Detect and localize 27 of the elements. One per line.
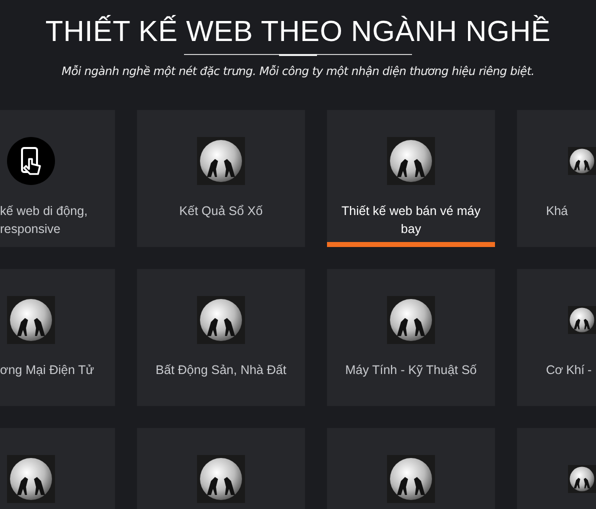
phone-touch-icon [7, 137, 55, 185]
section-title: THIẾT KẾ WEB THEO NGÀNH NGHỀ [45, 14, 551, 50]
industry-card[interactable]: Thiết kế web bán vé máy bay [327, 110, 495, 247]
section-subtitle: Mỗi ngành nghề một nét đặc trưng. Mỗi công ty một nhận diện thương hiệu riêng biệt. [62, 64, 534, 78]
card-label: ơng Mại Điện Tử [0, 362, 96, 379]
card-label: Thiết kế web bán vé máy bay [340, 203, 482, 238]
card-label: Máy Tính - Kỹ Thuật Số [344, 362, 478, 379]
globe-icon [387, 455, 435, 503]
card-label: Bất Động Sản, Nhà Đất [154, 362, 288, 379]
globe-icon [197, 296, 245, 344]
industry-card[interactable]: Cơ Khí - [517, 269, 596, 406]
globe-icon [387, 137, 435, 185]
globe-icon [197, 137, 245, 185]
industry-card[interactable]: ơng Mại Điện Tử [0, 269, 115, 406]
industry-card[interactable]: Bất Động Sản, Nhà Đất [137, 269, 305, 406]
globe-icon [7, 296, 55, 344]
card-label: Kết Quả Sổ Xố [178, 203, 264, 220]
card-label: Cơ Khí - [545, 362, 592, 379]
industry-card[interactable]: Kết Quả Sổ Xố [137, 110, 305, 247]
globe-icon [7, 455, 55, 503]
globe-icon [387, 296, 435, 344]
card-label: Khá [545, 203, 569, 220]
card-label: kế web di động, responsive [0, 203, 89, 238]
industry-card[interactable]: Máy Tính - Kỹ Thuật Số [327, 269, 495, 406]
globe-icon [197, 455, 245, 503]
industry-card[interactable]: kế web di động, responsive [0, 110, 115, 247]
industry-card[interactable]: Khá [517, 110, 596, 247]
